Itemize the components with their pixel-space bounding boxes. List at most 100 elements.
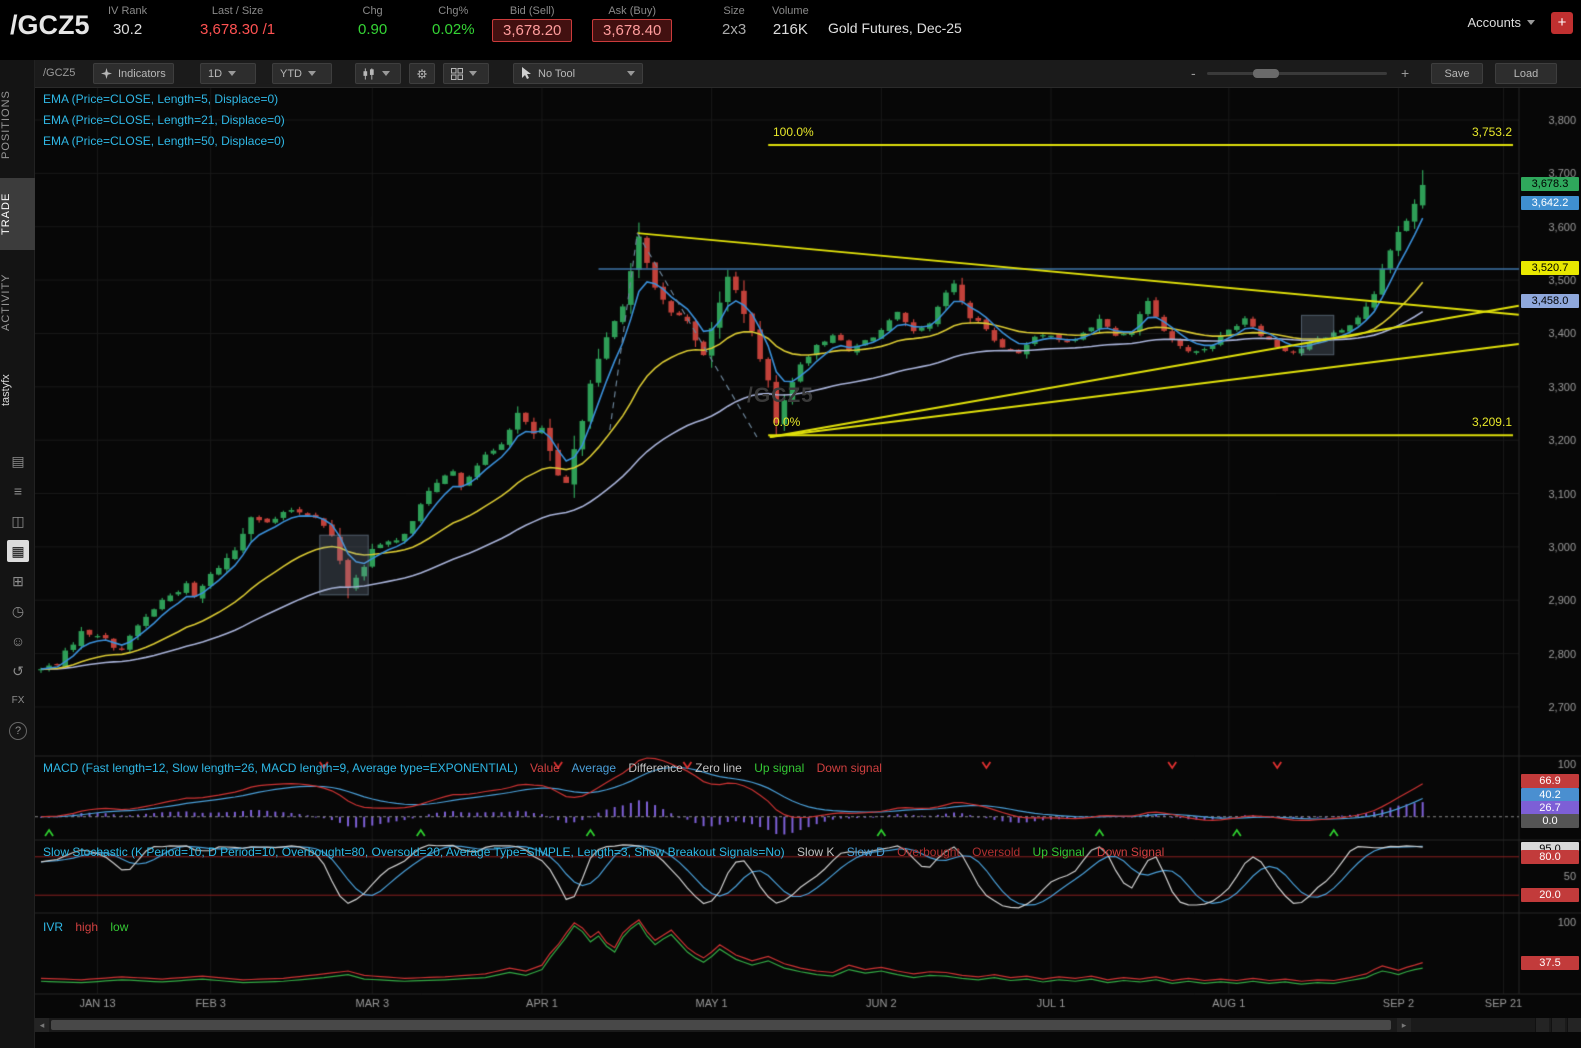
drawing-tool-dropdown[interactable]: No Tool (513, 63, 643, 84)
orders-icon[interactable]: ◫ (7, 510, 29, 532)
scroll-left-arrow[interactable]: ◂ (35, 1018, 49, 1032)
macd-value-badge: 66.9 (1521, 774, 1579, 788)
ema5-legend: EMA (Price=CLOSE, Length=5, Displace=0) (43, 92, 285, 113)
contract-description: Gold Futures, Dec-25 (828, 20, 962, 36)
sidebar-tab-trade[interactable]: TRADE (0, 178, 35, 250)
scrollbar-option-3[interactable] (1567, 1018, 1581, 1032)
fib-high-pct-label: 100.0% (773, 125, 814, 139)
chg-value: 0.90 (358, 21, 387, 38)
symbol-watermark: /GCZ5 (747, 384, 814, 408)
chg-field: Chg 0.90 (358, 5, 387, 38)
zoom-out-button[interactable]: - (1191, 65, 1196, 81)
accounts-menu[interactable]: Accounts (1468, 15, 1535, 30)
level-badge: 3,520.7 (1521, 261, 1579, 275)
chevron-down-icon (228, 71, 236, 76)
stoch-d-legend: Slow D (847, 845, 885, 859)
scroll-right-arrow[interactable]: ▸ (1397, 1018, 1411, 1032)
layout-dropdown[interactable] (443, 63, 489, 84)
volume-field: Volume 216K (772, 5, 809, 38)
sidebar-tab-tastyfx[interactable]: tastyfx (0, 354, 35, 426)
chart-workspace: /GCZ5 Indicators 1D YTD (35, 60, 1581, 1048)
fib-low-value-label: 3,209.1 (1420, 415, 1512, 429)
load-button[interactable]: Load (1495, 63, 1557, 84)
chg-label: Chg (358, 5, 387, 17)
volume-value: 216K (772, 21, 809, 38)
stoch-title: Slow Stochastic (K Period=10, D Period=1… (43, 845, 785, 859)
chevron-down-icon (627, 71, 635, 76)
ema50-legend: EMA (Price=CLOSE, Length=50, Displace=0) (43, 134, 285, 155)
stoch-label: Slow Stochastic (K Period=10, D Period=1… (43, 845, 1173, 859)
last-size-field: Last / Size 3,678.30 /1 (200, 5, 275, 38)
gear-icon (417, 68, 427, 80)
range-label: YTD (280, 68, 302, 80)
chart-panel: EMA (Price=CLOSE, Length=5, Displace=0) … (35, 88, 1581, 1014)
stoch-up-signal-legend: Up Signal (1033, 845, 1085, 859)
chevron-down-icon (1527, 20, 1535, 25)
last-price-badge: 3,678.3 (1521, 177, 1579, 191)
chg-pct-field: Chg% 0.02% (432, 5, 475, 38)
sidebar-tab-positions[interactable]: POSITIONS (0, 75, 35, 175)
price-chart-canvas[interactable] (35, 88, 1581, 1014)
ivr-title: IVR (43, 920, 63, 934)
timeframe-label: 1D (208, 68, 222, 80)
history-icon[interactable]: ↺ (7, 660, 29, 682)
stoch-k-legend: Slow K (797, 845, 834, 859)
range-dropdown[interactable]: YTD (272, 63, 332, 84)
ask-button[interactable]: 3,678.40 (592, 19, 672, 42)
zoom-slider-thumb[interactable] (1253, 69, 1279, 78)
indicators-icon (101, 68, 112, 79)
study-legend: EMA (Price=CLOSE, Length=5, Displace=0) … (43, 92, 285, 155)
ivr-low-legend: low (110, 920, 128, 934)
candlestick-icon (363, 68, 376, 80)
last-value: 3,678.30 (200, 21, 258, 38)
macd-up-signal-legend: Up signal (754, 761, 804, 775)
bid-button[interactable]: 3,678.20 (492, 19, 572, 42)
fx-icon[interactable]: FX (7, 690, 29, 712)
scrollbar-option-2[interactable] (1551, 1018, 1565, 1032)
zoom-slider[interactable] (1207, 72, 1387, 75)
news-icon[interactable]: ▤ (7, 450, 29, 472)
scrollbar-option-1[interactable] (1535, 1018, 1549, 1032)
macd-diff-badge: 26.7 (1521, 801, 1579, 815)
indicators-button[interactable]: Indicators (93, 63, 174, 84)
fib-low-pct-label: 0.0% (773, 415, 800, 429)
sidebar-tab-activity[interactable]: ACTIVITY (0, 256, 35, 348)
ask-label: Ask (Buy) (592, 5, 672, 17)
grid-layout-icon (451, 68, 463, 80)
save-label: Save (1444, 68, 1469, 80)
macd-difference-legend: Difference (628, 761, 682, 775)
chart-scrollbar[interactable]: ◂ ▸ (35, 1018, 1581, 1032)
size-label: Size (722, 5, 746, 17)
indicators-label: Indicators (118, 68, 166, 80)
bid-label: Bid (Sell) (492, 5, 572, 17)
macd-value-legend: Value (530, 761, 560, 775)
widgets-icon[interactable]: ⊞ (7, 570, 29, 592)
settings-button[interactable] (409, 63, 435, 84)
stoch-oversold-legend: Oversold (972, 845, 1020, 859)
list-icon[interactable]: ≡ (7, 480, 29, 502)
people-icon[interactable]: ☺ (7, 630, 29, 652)
header-symbol: /GCZ5 (10, 10, 90, 41)
clock-icon[interactable]: ◷ (7, 600, 29, 622)
chg-pct-label: Chg% (432, 5, 475, 17)
chart-icon[interactable]: ▦ (7, 540, 29, 562)
accounts-label: Accounts (1468, 15, 1521, 30)
cursor-icon (521, 67, 532, 80)
zoom-in-button[interactable]: + (1401, 65, 1409, 81)
volume-label: Volume (772, 5, 809, 17)
chart-type-dropdown[interactable] (355, 63, 401, 84)
chevron-down-icon (469, 71, 477, 76)
left-sidebar: POSITIONS TRADE ACTIVITY tastyfx ▤ ≡ ◫ ▦… (0, 60, 35, 1048)
alert-button[interactable]: + (1551, 12, 1573, 34)
ask-field: Ask (Buy) 3,678.40 (592, 5, 672, 42)
chart-toolbar: /GCZ5 Indicators 1D YTD (35, 60, 1581, 88)
help-icon[interactable]: ? (9, 722, 27, 740)
iv-rank-value: 30.2 (108, 21, 147, 38)
scrollbar-thumb[interactable] (51, 1020, 1391, 1030)
timeframe-dropdown[interactable]: 1D (200, 63, 256, 84)
iv-rank-label: IV Rank (108, 5, 147, 17)
ivr-badge: 37.5 (1521, 956, 1579, 970)
save-button[interactable]: Save (1431, 63, 1483, 84)
chg-pct-value: 0.02% (432, 21, 475, 38)
stoch-os-badge: 20.0 (1521, 888, 1579, 902)
